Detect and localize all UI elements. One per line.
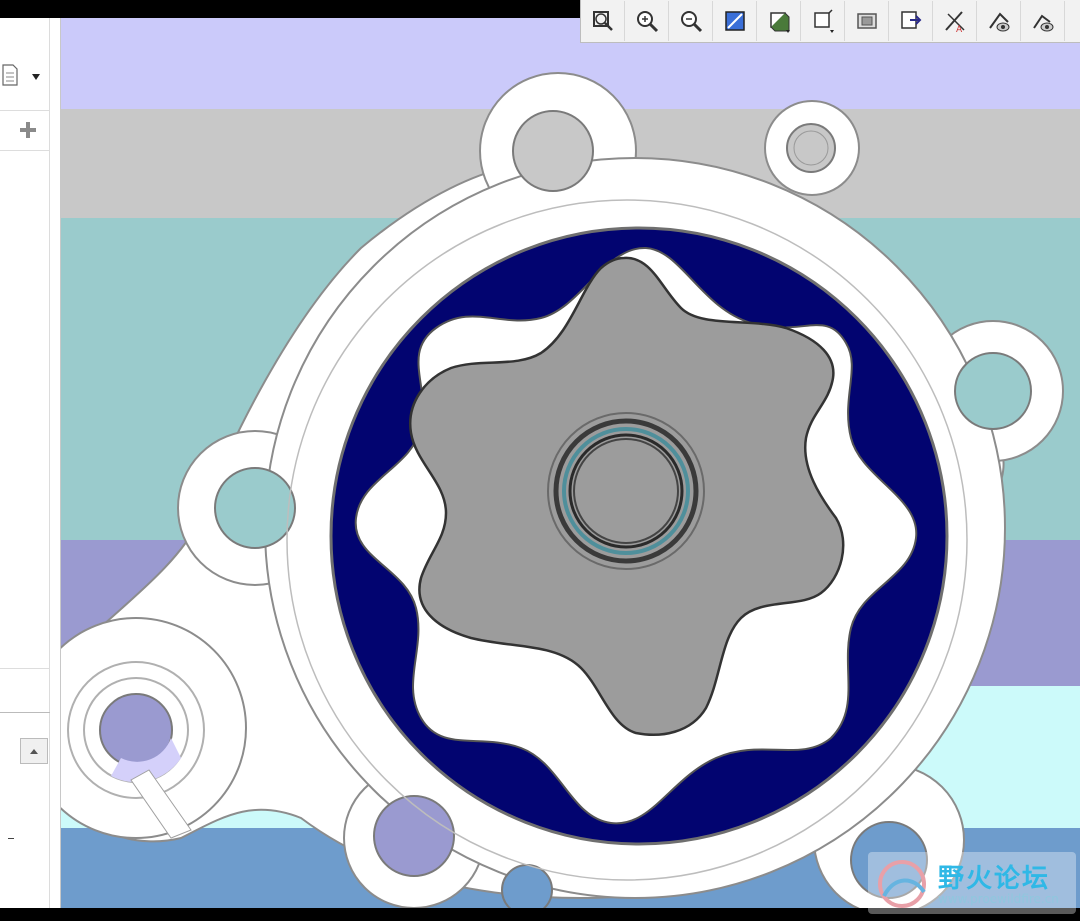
panel-divider xyxy=(0,712,50,713)
app-frame: A 野火论坛 www.proewildfire.cn xyxy=(0,0,1080,921)
mount-hole xyxy=(512,110,594,192)
zoom-in-icon[interactable] xyxy=(625,1,669,41)
annotation-display-icon[interactable] xyxy=(1021,1,1065,41)
view-toolbar: A xyxy=(580,0,1080,43)
chevron-down-icon[interactable] xyxy=(28,70,44,84)
document-icon[interactable] xyxy=(0,62,20,88)
plus-icon[interactable] xyxy=(16,118,40,142)
zoom-out-icon[interactable] xyxy=(669,1,713,41)
model-tree-panel xyxy=(0,18,61,908)
mount-hole xyxy=(373,795,455,877)
forum-watermark: 野火论坛 www.proewildfire.cn xyxy=(868,852,1076,914)
display-style-icon[interactable] xyxy=(845,1,889,41)
watermark-logo-icon xyxy=(878,860,926,908)
graphics-viewport[interactable] xyxy=(61,18,1080,908)
watermark-title: 野火论坛 xyxy=(938,864,1051,894)
orient-icon[interactable] xyxy=(757,1,801,41)
zoom-fit-icon[interactable] xyxy=(581,1,625,41)
tick-mark xyxy=(8,838,14,839)
watermark-url: www.proewildfire.cn xyxy=(938,892,1059,906)
mount-hole xyxy=(501,864,553,908)
axis-display-icon[interactable]: A xyxy=(933,1,977,41)
mount-hole-inner xyxy=(793,130,829,166)
datum-display-icon[interactable] xyxy=(889,1,933,41)
panel-divider xyxy=(0,668,50,669)
model-canvas xyxy=(61,18,1080,908)
repaint-icon[interactable] xyxy=(713,1,757,41)
scroll-up-arrow-icon[interactable] xyxy=(20,738,48,764)
toolbar-divider xyxy=(0,150,50,151)
point-display-icon[interactable] xyxy=(977,1,1021,41)
panel-divider xyxy=(49,18,50,908)
svg-text:A: A xyxy=(956,25,963,34)
shaft-bore xyxy=(573,438,679,544)
saved-views-icon[interactable] xyxy=(801,1,845,41)
mount-hole xyxy=(954,352,1032,430)
toolbar-divider xyxy=(0,110,50,111)
mount-hole xyxy=(214,467,296,549)
